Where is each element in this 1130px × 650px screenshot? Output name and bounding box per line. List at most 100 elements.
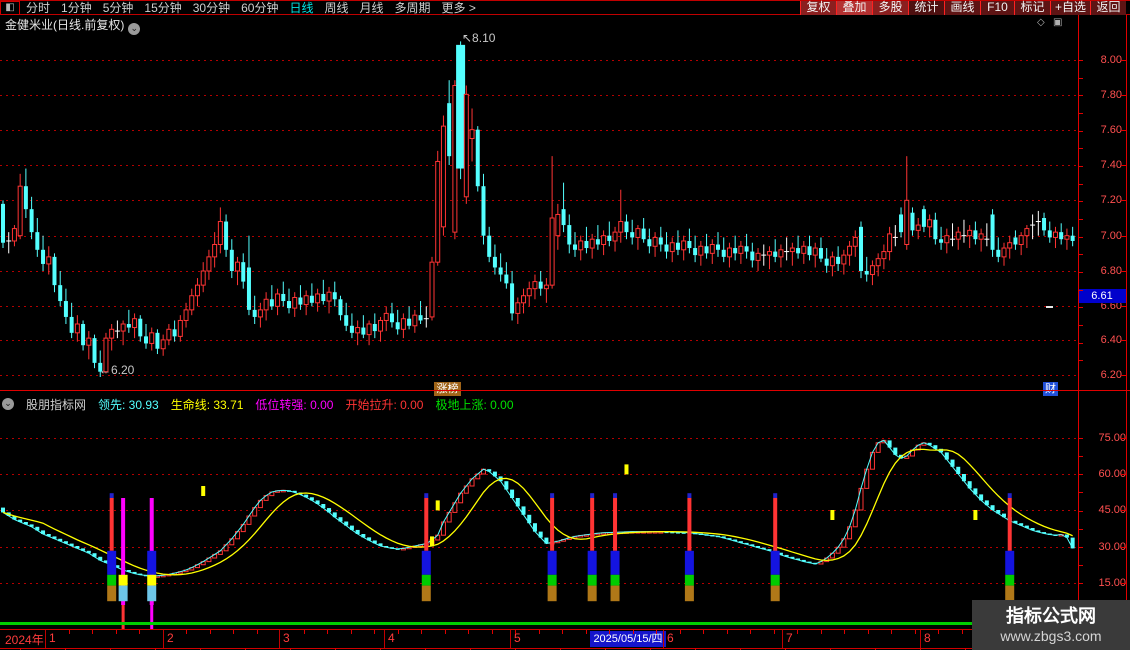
price-tick — [1078, 60, 1083, 61]
ind-tick — [1078, 456, 1083, 457]
period-60分钟[interactable]: 60分钟 — [241, 1, 278, 15]
period-15分钟[interactable]: 15分钟 — [144, 1, 181, 15]
price-tick-right — [1121, 200, 1126, 201]
cai-badge[interactable]: 财 — [1043, 382, 1058, 396]
week-tick — [257, 630, 258, 634]
button-叠加[interactable]: 叠加 — [836, 1, 872, 15]
high-annotation: ↖8.10 — [462, 31, 496, 45]
watermark-url: www.zbgs3.com — [1000, 628, 1102, 644]
price-tick — [1078, 343, 1083, 344]
ind-label-75.00: 75.00 — [1098, 432, 1126, 444]
date-axis[interactable]: 2024年 2025/05/15/四 12345678 — [0, 630, 1130, 648]
button-复权[interactable]: 复权 — [800, 1, 836, 15]
week-tick — [703, 630, 704, 634]
button-返回[interactable]: 返回 — [1090, 1, 1126, 15]
title-bar: 金健米业(日线.前复权) ⌄ ◇ ▣ — [0, 15, 1130, 35]
year-label: 2024年 — [5, 633, 44, 647]
price-label-6.80: 6.80 — [1100, 265, 1122, 277]
week-tick — [868, 630, 869, 634]
price-tick — [1078, 290, 1083, 291]
price-tick — [1078, 113, 1083, 114]
ind-tick-right — [1121, 583, 1126, 584]
month-label-6: 6 — [667, 631, 674, 645]
week-tick — [774, 630, 775, 634]
week-tick — [680, 630, 681, 634]
ind-tick — [1078, 583, 1083, 584]
period-1分钟[interactable]: 1分钟 — [61, 1, 92, 15]
period-30分钟[interactable]: 30分钟 — [193, 1, 230, 15]
period-分时[interactable]: 分时 — [26, 1, 50, 15]
month-label-1: 1 — [49, 631, 56, 645]
week-tick — [233, 630, 234, 634]
button-画线[interactable]: 画线 — [944, 1, 980, 15]
month-divider — [920, 630, 921, 648]
price-tick — [1078, 131, 1083, 132]
ind-tick — [1078, 529, 1083, 530]
price-label-7.60: 7.60 — [1100, 124, 1122, 136]
price-tick — [1078, 201, 1083, 202]
ind-label-15.00: 15.00 — [1098, 577, 1126, 589]
week-tick — [304, 630, 305, 634]
ind-tick — [1078, 547, 1083, 548]
selected-date-tag: 2025/05/15/四 — [590, 631, 666, 647]
ind-label-60.00: 60.00 — [1098, 468, 1126, 480]
last-price-tag: 6.61 — [1078, 289, 1126, 303]
button-标记[interactable]: 标记 — [1014, 1, 1050, 15]
period-日线[interactable]: 日线 — [289, 1, 313, 15]
button-统计[interactable]: 统计 — [908, 1, 944, 15]
ind-label-30.00: 30.00 — [1098, 541, 1126, 553]
price-tick — [1078, 237, 1083, 238]
week-tick — [962, 630, 963, 634]
week-tick — [586, 630, 587, 634]
ind-tick — [1078, 565, 1083, 566]
toolbar-right-buttons: 复权 叠加 多股 统计 画线 F10 标记 +自选 返回 — [800, 1, 1126, 15]
week-tick — [445, 630, 446, 634]
week-tick — [539, 630, 540, 634]
week-tick — [891, 630, 892, 634]
week-tick — [327, 630, 328, 634]
price-tick — [1078, 148, 1083, 149]
week-tick — [515, 630, 516, 634]
candlestick-chart[interactable] — [0, 30, 1078, 390]
indicator-name[interactable]: 股朋指标网 — [26, 396, 86, 413]
week-tick — [210, 630, 211, 634]
week-tick — [915, 630, 916, 634]
price-tick — [1078, 272, 1083, 273]
price-tick — [1078, 307, 1083, 308]
price-tick-right — [1121, 130, 1126, 131]
button-F10[interactable]: F10 — [980, 1, 1014, 15]
zero-baseline — [0, 622, 1130, 625]
indicator-chart[interactable] — [0, 418, 1078, 632]
price-tick — [1078, 325, 1083, 326]
price-label-7.00: 7.00 — [1100, 230, 1122, 242]
ind-tick-right — [1121, 474, 1126, 475]
period-5分钟[interactable]: 5分钟 — [103, 1, 134, 15]
pane-divider[interactable] — [0, 390, 1130, 391]
price-tick-right — [1121, 375, 1126, 376]
week-tick — [139, 630, 140, 634]
more-menu[interactable]: 更多 > — [442, 1, 476, 15]
indicator-field-极地上涨: 极地上涨: 0.00 — [435, 397, 514, 412]
month-label-4: 4 — [388, 631, 395, 645]
week-tick — [492, 630, 493, 634]
button-+自选[interactable]: +自选 — [1050, 1, 1090, 15]
indicator-collapse-icon[interactable]: ⌄ — [2, 398, 14, 410]
month-label-7: 7 — [786, 631, 793, 645]
price-label-8.00: 8.00 — [1100, 54, 1122, 66]
top-toolbar: ◧ 分时 1分钟 5分钟 15分钟 30分钟 60分钟 日线 周线 月线 多周期 更多 > 复权 叠加… — [0, 0, 1130, 15]
button-多股[interactable]: 多股 — [872, 1, 908, 15]
layout-split-icon[interactable]: ◧ — [0, 1, 20, 15]
period-多周期[interactable]: 多周期 — [395, 1, 431, 15]
date-axis-bottom-border — [0, 648, 1130, 649]
split-window-icon[interactable]: ▣ — [1053, 17, 1062, 28]
period-周线[interactable]: 周线 — [324, 1, 348, 15]
period-月线[interactable]: 月线 — [360, 1, 384, 15]
diamond-icon[interactable]: ◇ — [1037, 17, 1045, 28]
month-label-8: 8 — [924, 631, 931, 645]
week-tick — [562, 630, 563, 634]
window-border-right — [1126, 15, 1127, 650]
period-menu: 分时 1分钟 5分钟 15分钟 30分钟 60分钟 日线 周线 月线 多周期 更多 > — [26, 1, 476, 15]
ind-tick — [1078, 492, 1083, 493]
price-tick — [1078, 166, 1083, 167]
week-tick — [656, 630, 657, 634]
